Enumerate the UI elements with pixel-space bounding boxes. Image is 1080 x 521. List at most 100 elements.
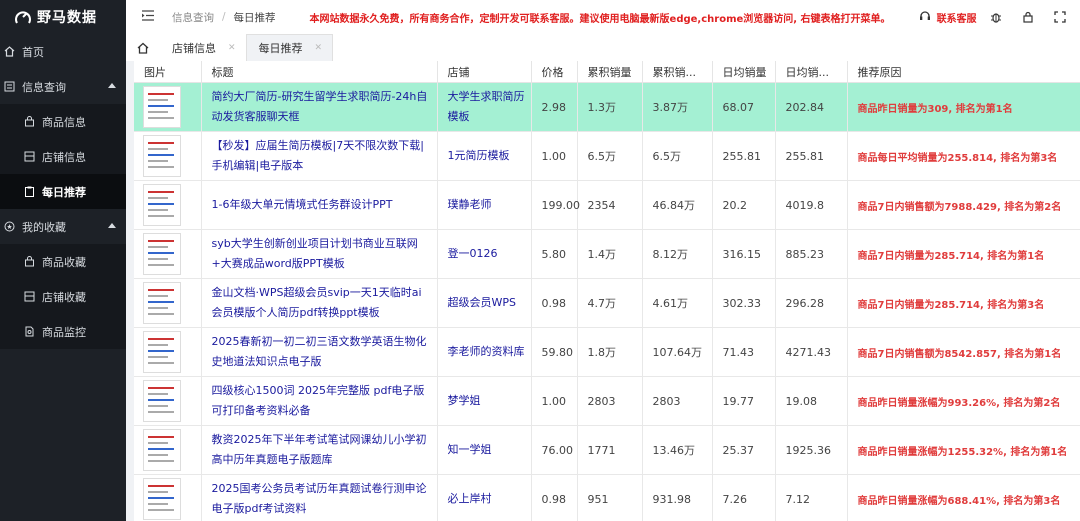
store-link[interactable]: 超级会员WPS — [437, 278, 532, 328]
tab-label: 店铺信息 — [172, 42, 216, 55]
clipboard-icon — [22, 185, 36, 199]
breadcrumb-item[interactable]: 信息查询 — [172, 10, 214, 25]
tab-bar: 店铺信息 ✕ 每日推荐 ✕ — [126, 34, 1080, 62]
product-thumbnail[interactable] — [143, 184, 181, 226]
product-title-link[interactable]: 简约大厂简历-研究生留学生求职简历-24h自动发货客服聊天框 — [201, 82, 438, 132]
daily-sales-cell: 302.33 — [712, 278, 776, 328]
table-row[interactable]: 2025国考公务员考试历年真题试卷行测申论电子版pdf考试资料 必上岸村 0.98 9… — [134, 474, 1080, 521]
recommend-reason-cell: 商品昨日销量涨幅为1255.32%, 排名为第1名 — [847, 425, 1080, 475]
product-thumbnail[interactable] — [143, 478, 181, 520]
store-link[interactable]: 璞静老师 — [437, 180, 532, 230]
column-header[interactable]: 推荐原因 — [847, 61, 1080, 83]
chevron-up-icon — [108, 83, 116, 88]
tab-label: 每日推荐 — [258, 42, 303, 55]
product-title-link[interactable]: 2025春新初一初二初三语文数学英语生物化史地道法知识点电子版 — [201, 327, 438, 377]
app-logo[interactable]: 野马数据 — [0, 0, 126, 34]
daily-sales-cell: 316.15 — [712, 229, 776, 279]
table-row[interactable]: 四级核心1500词 2025年完整版 pdf电子版可打印备考资料必备 梦学姐 1.0… — [134, 376, 1080, 426]
product-thumbnail[interactable] — [143, 429, 181, 471]
sidebar-item-product-info[interactable]: 商品信息 — [0, 104, 126, 139]
cumulative-amount-cell: 931.98 — [642, 474, 713, 521]
sidebar-item-store-info[interactable]: 店铺信息 — [0, 139, 126, 174]
cumulative-amount-cell: 2803 — [642, 376, 713, 426]
product-title-link[interactable]: 2025国考公务员考试历年真题试卷行测申论电子版pdf考试资料 — [201, 474, 438, 521]
table-row[interactable]: 简约大厂简历-研究生留学生求职简历-24h自动发货客服聊天框 大学生求职简历模板 2… — [134, 82, 1080, 132]
daily-amount-cell: 19.08 — [775, 376, 848, 426]
store-link[interactable]: 必上岸村 — [437, 474, 532, 521]
table-row[interactable]: 1-6年级大单元情境式任务群设计PPT 璞静老师 199.00 2354 46.84万 2… — [134, 180, 1080, 230]
column-header[interactable]: 价格 — [531, 61, 578, 83]
recommend-reason-cell: 商品昨日销量涨幅为688.41%, 排名为第3名 — [847, 474, 1080, 521]
product-title-link[interactable]: 教资2025年下半年考试笔试网课幼儿小学初高中历年真题电子版题库 — [201, 425, 438, 475]
contact-support-link[interactable]: 联系客服 — [919, 10, 977, 25]
column-header[interactable]: 日均销... — [775, 61, 848, 83]
store-icon — [22, 290, 36, 304]
table-row[interactable]: syb大学生创新创业项目计划书商业互联网+大赛成品word版PPT模板 登一012… — [134, 229, 1080, 279]
top-header: 信息查询 / 每日推荐 本网站数据永久免费，所有商务合作，定制开发可联系客服。建… — [126, 0, 1080, 35]
store-link[interactable]: 大学生求职简历模板 — [437, 82, 532, 132]
table-row[interactable]: 2025春新初一初二初三语文数学英语生物化史地道法知识点电子版 李老师的资料库 59… — [134, 327, 1080, 377]
headset-icon — [919, 10, 931, 25]
store-link[interactable]: 知一学姐 — [437, 425, 532, 475]
product-title-link[interactable]: 金山文档·WPS超级会员svip一天1天临时ai会员模版个人简历pdf转换ppt… — [201, 278, 438, 328]
monitor-icon — [22, 325, 36, 339]
column-header[interactable]: 图片 — [134, 61, 202, 83]
store-link[interactable]: 1元简历模板 — [437, 131, 532, 181]
cumulative-sales-cell: 2803 — [577, 376, 643, 426]
column-header[interactable]: 标题 — [201, 61, 438, 83]
menu-toggle-icon[interactable] — [142, 10, 156, 24]
product-title-link[interactable]: 【秒发】应届生简历模板|7天不限次数下载|手机编辑|电子版本 — [201, 131, 438, 181]
sidebar-item-home[interactable]: 首页 — [0, 34, 126, 69]
tab-store-info[interactable]: 店铺信息 ✕ — [160, 35, 246, 61]
bag-icon — [22, 255, 36, 269]
product-thumbnail[interactable] — [143, 282, 181, 324]
close-icon[interactable]: ✕ — [315, 43, 323, 53]
fullscreen-icon[interactable] — [1054, 11, 1066, 23]
table-row[interactable]: 金山文档·WPS超级会员svip一天1天临时ai会员模版个人简历pdf转换ppt… — [134, 278, 1080, 328]
daily-amount-cell: 4019.8 — [775, 180, 848, 230]
sidebar-item-label: 商品信息 — [42, 115, 86, 129]
breadcrumb-separator: / — [222, 11, 226, 23]
price-cell: 199.00 — [531, 180, 580, 230]
price-cell: 2.98 — [531, 82, 578, 132]
product-thumbnail[interactable] — [143, 380, 181, 422]
price-cell: 76.00 — [531, 425, 578, 475]
thumbnail-cell — [134, 278, 202, 328]
sidebar-item-info-query[interactable]: 信息查询 — [0, 69, 126, 104]
cumulative-sales-cell: 1.4万 — [577, 229, 643, 279]
product-thumbnail[interactable] — [143, 331, 181, 373]
daily-amount-cell: 885.23 — [775, 229, 848, 279]
close-icon[interactable]: ✕ — [228, 43, 236, 53]
daily-sales-cell: 19.77 — [712, 376, 776, 426]
column-header[interactable]: 累积销... — [642, 61, 713, 83]
bug-icon[interactable] — [990, 11, 1002, 23]
product-title-link[interactable]: 四级核心1500词 2025年完整版 pdf电子版可打印备考资料必备 — [201, 376, 438, 426]
product-title-link[interactable]: syb大学生创新创业项目计划书商业互联网+大赛成品word版PPT模板 — [201, 229, 438, 279]
tab-home[interactable] — [126, 35, 160, 61]
main-content: 图片 标题 店铺 价格 累积销量 累积销... 日均销量 日均销... 推荐原因… — [126, 61, 1080, 521]
column-header[interactable]: 日均销量 — [712, 61, 776, 83]
tab-daily-recommend[interactable]: 每日推荐 ✕ — [245, 34, 334, 61]
price-cell: 5.80 — [531, 229, 578, 279]
table-row[interactable]: 【秒发】应届生简历模板|7天不限次数下载|手机编辑|电子版本 1元简历模板 1.00… — [134, 131, 1080, 181]
product-thumbnail[interactable] — [143, 135, 181, 177]
daily-amount-cell: 255.81 — [775, 131, 848, 181]
lock-icon[interactable] — [1022, 11, 1034, 23]
sidebar-item-store-favorites[interactable]: 店铺收藏 — [0, 279, 126, 314]
sidebar-item-product-monitor[interactable]: 商品监控 — [0, 314, 126, 349]
column-header[interactable]: 累积销量 — [577, 61, 643, 83]
product-thumbnail[interactable] — [143, 233, 181, 275]
store-link[interactable]: 梦学姐 — [437, 376, 532, 426]
store-link[interactable]: 李老师的资料库 — [437, 327, 532, 377]
product-title-link[interactable]: 1-6年级大单元情境式任务群设计PPT — [201, 180, 438, 230]
cumulative-sales-cell: 6.5万 — [577, 131, 643, 181]
sidebar-item-my-favorites[interactable]: 我的收藏 — [0, 209, 126, 244]
table-header-row: 图片 标题 店铺 价格 累积销量 累积销... 日均销量 日均销... 推荐原因 — [134, 61, 1080, 83]
contact-support-label: 联系客服 — [936, 13, 977, 25]
column-header[interactable]: 店铺 — [437, 61, 532, 83]
sidebar-item-product-favorites[interactable]: 商品收藏 — [0, 244, 126, 279]
table-row[interactable]: 教资2025年下半年考试笔试网课幼儿小学初高中历年真题电子版题库 知一学姐 76.0… — [134, 425, 1080, 475]
product-thumbnail[interactable] — [143, 86, 181, 128]
store-link[interactable]: 登一0126 — [437, 229, 532, 279]
sidebar-item-daily-recommend[interactable]: 每日推荐 — [0, 174, 126, 209]
